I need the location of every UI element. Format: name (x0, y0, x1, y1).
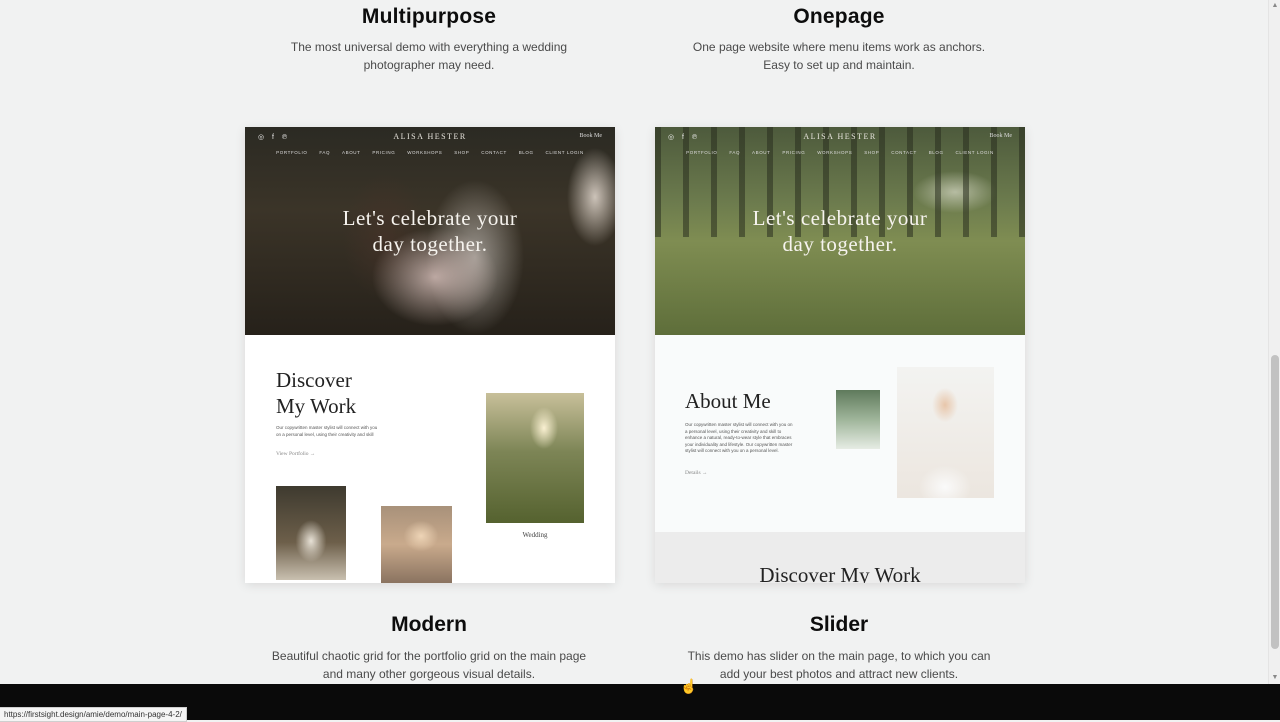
nav-item: CONTACT (891, 150, 917, 155)
discover-band: Discover My Work (655, 532, 1025, 583)
preview-header: ◎ f ℗ ALISA HESTER Book Me PORTFOLIO FAQ… (655, 127, 1025, 157)
nav-item: BLOG (928, 150, 944, 155)
nav-item: FAQ (319, 150, 331, 155)
nav-item: ABOUT (752, 150, 771, 155)
demo-preview-modern[interactable]: ◎ f ℗ ALISA HESTER Book Me PORTFOLIO FAQ… (245, 127, 615, 583)
portrait-photo (897, 367, 994, 498)
scroll-up-icon[interactable]: ▲ (1269, 0, 1280, 12)
mother-child-photo (381, 506, 452, 583)
demo-preview-slider[interactable]: ◎ f ℗ ALISA HESTER Book Me PORTFOLIO FAQ… (655, 127, 1025, 583)
nav-item: BLOG (518, 150, 534, 155)
nav-item: CLIENT LOGIN (545, 150, 584, 155)
demos-page: Multipurpose The most universal demo wit… (0, 0, 1268, 684)
scroll-down-icon[interactable]: ▼ (1269, 672, 1280, 684)
photo-caption: Wedding (522, 531, 548, 539)
nav-item: FAQ (729, 150, 741, 155)
view-portfolio-link: View Portfolio → (276, 451, 316, 457)
nav-item: CLIENT LOGIN (955, 150, 994, 155)
band-heading: Discover My Work (759, 563, 921, 583)
wedding-photo (486, 393, 584, 523)
preview-nav: PORTFOLIO FAQ ABOUT PRICING WORKSHOPS SH… (655, 150, 1025, 155)
section-heading: Discover My Work (276, 368, 357, 418)
nav-item: PORTFOLIO (686, 150, 718, 155)
section-text: Our copywritten master stylist will conn… (276, 425, 378, 437)
small-photo (836, 390, 880, 449)
pointer-cursor-icon: ☝ (680, 678, 698, 694)
preview-brand: ALISA HESTER (393, 132, 467, 141)
demo-desc-modern: Beautiful chaotic grid for the portfolio… (271, 649, 587, 681)
demo-title-multipurpose[interactable]: Multipurpose (219, 5, 639, 29)
demo-title-slider[interactable]: Slider (629, 613, 1049, 637)
nav-item: PORTFOLIO (276, 150, 308, 155)
nav-item: CONTACT (481, 150, 507, 155)
preview-nav: PORTFOLIO FAQ ABOUT PRICING WORKSHOPS SH… (245, 150, 615, 155)
book-me-link: Book Me (579, 133, 603, 139)
preview-brand: ALISA HESTER (803, 132, 877, 141)
demo-title-modern[interactable]: Modern (219, 613, 639, 637)
nav-item: PRICING (372, 150, 396, 155)
scroll-thumb[interactable] (1271, 355, 1279, 649)
hero-heading: Let's celebrate your day together. (342, 206, 518, 256)
nav-item: PRICING (782, 150, 806, 155)
nav-item: WORKSHOPS (407, 150, 443, 155)
details-link: Details → (685, 470, 708, 476)
demo-desc-slider: This demo has slider on the main page, t… (687, 649, 991, 681)
nav-item: SHOP (454, 150, 470, 155)
couple-photo (276, 486, 346, 580)
preview-header: ◎ f ℗ ALISA HESTER Book Me PORTFOLIO FAQ… (245, 127, 615, 157)
section-heading: About Me (685, 389, 771, 413)
bottom-bar (0, 684, 1280, 720)
nav-item: WORKSHOPS (817, 150, 853, 155)
book-me-link: Book Me (989, 133, 1013, 139)
demo-title-onepage[interactable]: Onepage (629, 5, 1049, 29)
nav-item: ABOUT (342, 150, 361, 155)
demo-desc-multipurpose: The most universal demo with everything … (290, 40, 568, 72)
section-text: Our copywritten master stylist will conn… (685, 422, 793, 453)
hero-heading: Let's celebrate your day together. (752, 206, 928, 256)
nav-item: SHOP (864, 150, 880, 155)
vertical-scrollbar[interactable]: ▲ ▼ (1268, 0, 1280, 684)
hero-image: ◎ f ℗ ALISA HESTER Book Me PORTFOLIO FAQ… (245, 127, 615, 335)
demo-desc-onepage: One page website where menu items work a… (692, 40, 986, 72)
hero-image: ◎ f ℗ ALISA HESTER Book Me PORTFOLIO FAQ… (655, 127, 1025, 335)
